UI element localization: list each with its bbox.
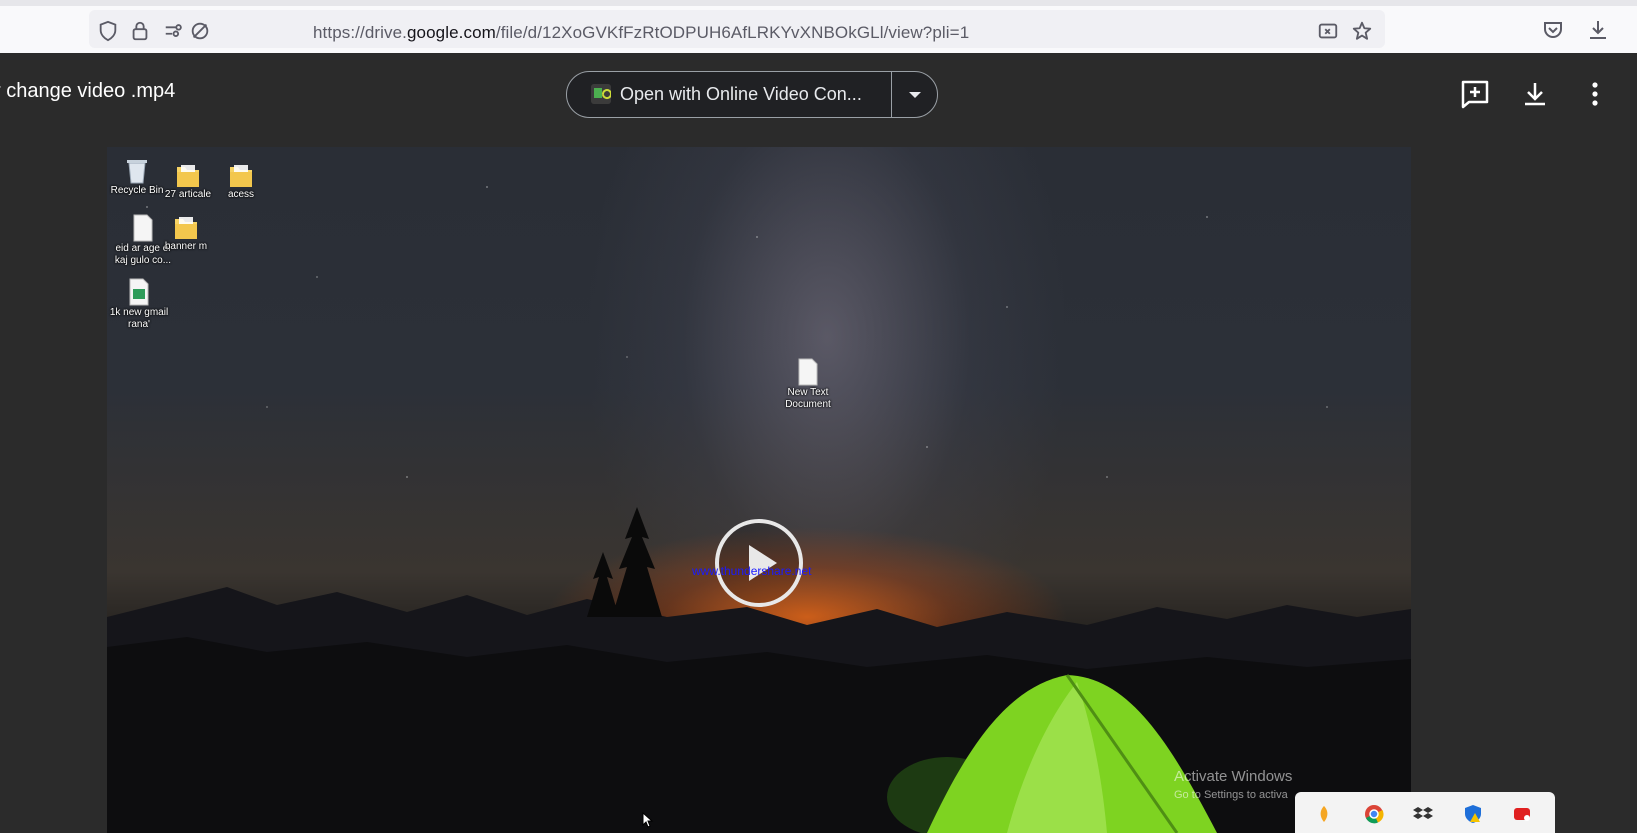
- download-icon[interactable]: [1519, 78, 1551, 110]
- shield-icon[interactable]: [97, 20, 119, 42]
- security-warning-icon[interactable]: [1463, 804, 1483, 824]
- open-with-dropdown-icon[interactable]: [892, 72, 938, 117]
- play-icon[interactable]: [714, 518, 804, 608]
- text-document-icon: [798, 358, 818, 386]
- desktop-icon-label: New Text Document: [785, 387, 831, 410]
- video-converter-app-icon: [591, 84, 611, 104]
- permissions-icon[interactable]: [163, 20, 185, 42]
- browser-toolbar: https://drive.google.com/file/d/12XoGVKf…: [0, 0, 1637, 53]
- open-with-label: Open with Online Video Con...: [620, 84, 862, 104]
- address-bar[interactable]: https://drive.google.com/file/d/12XoGVKf…: [89, 10, 1385, 48]
- reader-view-icon[interactable]: [1317, 20, 1339, 42]
- desktop-icon-label: banner m: [164, 241, 208, 252]
- chrome-icon[interactable]: [1364, 804, 1384, 824]
- folder-icon: [175, 217, 197, 239]
- lock-icon[interactable]: [129, 20, 151, 42]
- more-options-icon[interactable]: [1579, 78, 1611, 110]
- folder-icon: [230, 165, 252, 187]
- bookmark-star-icon[interactable]: [1351, 20, 1373, 42]
- mouse-cursor-icon: [642, 812, 654, 828]
- tray-red-app-icon[interactable]: [1512, 804, 1532, 824]
- activate-windows-subtitle: Go to Settings to activa: [1174, 789, 1288, 801]
- open-with-control: Open with Online Video Con...: [566, 71, 938, 118]
- file-title: r change video .mp4: [0, 80, 176, 102]
- desktop-icon-label: 1k new gmail rana': [109, 307, 169, 330]
- desktop-icon-label: acess: [227, 189, 255, 200]
- url-path: /file/d/12XoGVKfFzRtODPUH6AfLRKYvXNBOkGL…: [495, 23, 970, 42]
- add-comment-icon[interactable]: [1459, 78, 1491, 110]
- url-prefix: https://drive.: [313, 23, 407, 42]
- desktop-icon-acess[interactable]: acess: [206, 161, 276, 201]
- activate-windows-title: Activate Windows: [1174, 768, 1293, 785]
- desktop-icon-banner-m[interactable]: banner m: [151, 213, 221, 253]
- url-domain: google.com: [407, 23, 496, 42]
- open-with-button[interactable]: Open with Online Video Con...: [567, 72, 891, 117]
- tracking-protection-icon[interactable]: [189, 20, 211, 42]
- video-player[interactable]: Recycle Bin 27 articale acess eid ar age…: [107, 147, 1411, 833]
- url-text[interactable]: https://drive.google.com/file/d/12XoGVKf…: [313, 23, 969, 43]
- pocket-icon[interactable]: [1541, 18, 1565, 42]
- dropbox-icon[interactable]: [1413, 804, 1433, 824]
- recycle-bin-icon: [127, 160, 147, 184]
- drive-file-viewer: r change video .mp4 Open with Online Vid…: [0, 53, 1637, 833]
- desktop-icon-new-text-document[interactable]: New Text Document: [773, 357, 843, 411]
- folder-icon: [177, 165, 199, 187]
- watermark-text: www.thundershare.net: [692, 564, 812, 578]
- activate-windows-notice: Activate Windows Go to Settings to activ…: [1174, 768, 1292, 801]
- desktop-icon-1k-new-gmail[interactable]: 1k new gmail rana': [107, 277, 174, 331]
- system-tray-popup: [1295, 792, 1555, 833]
- downloads-icon[interactable]: [1586, 18, 1610, 42]
- landscape-scene: [107, 507, 1411, 833]
- spreadsheet-icon: [129, 278, 149, 306]
- tray-app-icon[interactable]: [1314, 804, 1334, 824]
